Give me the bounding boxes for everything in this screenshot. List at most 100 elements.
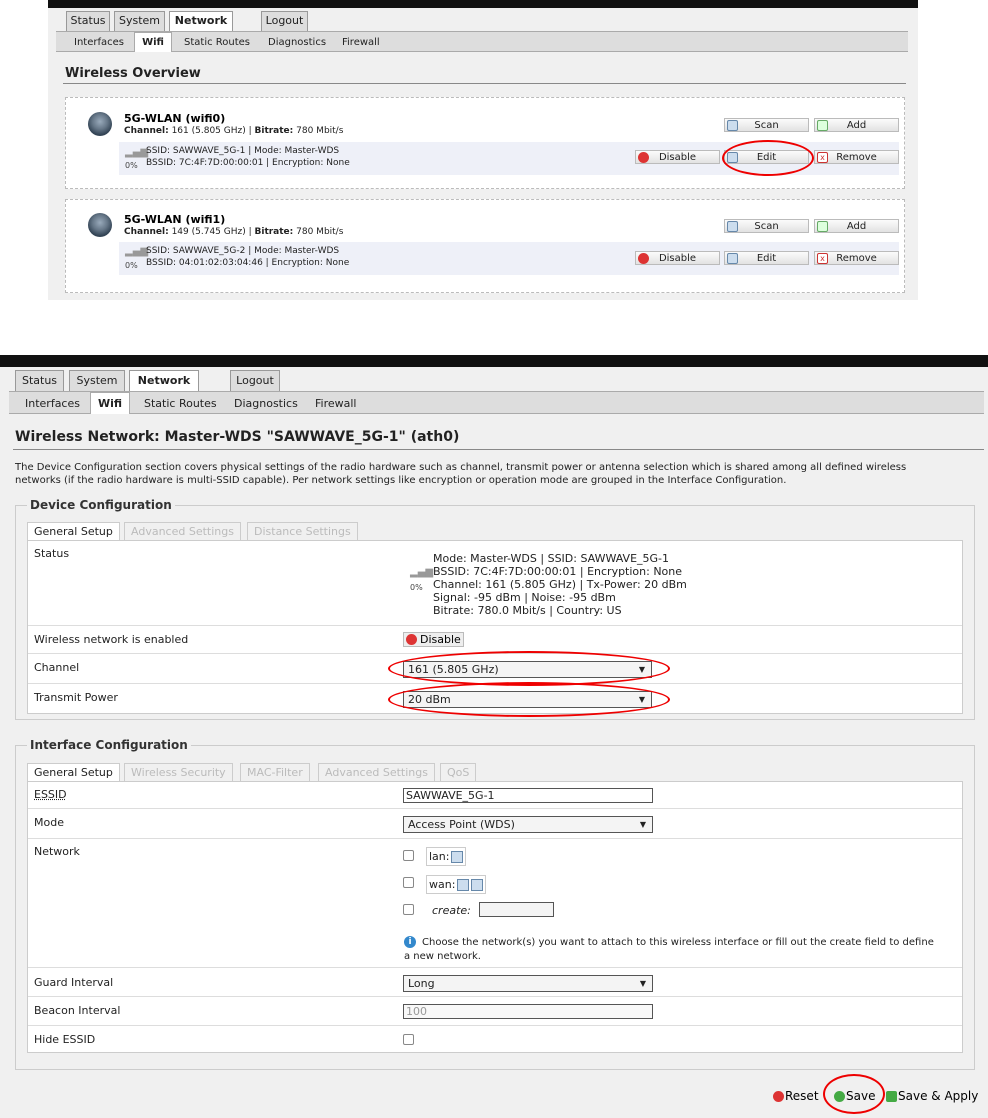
disable-icon [638,253,649,264]
subnav-firewall[interactable]: Firewall [342,37,380,48]
chevron-down-icon: ▼ [639,820,646,829]
beacon-interval-label: Beacon Interval [34,1004,121,1017]
subnav-diagnostics[interactable]: Diagnostics [234,397,298,410]
scan-button[interactable]: Scan [724,118,809,132]
add-button[interactable]: Add [814,219,899,233]
iface-config-legend: Interface Configuration [27,738,191,752]
subnav-static-routes[interactable]: Static Routes [144,397,217,410]
tab-status[interactable]: Status [66,11,110,31]
signal-icon: ▂▄▆ [125,246,149,257]
reset-icon [773,1091,784,1102]
tab-general-setup[interactable]: General Setup [27,763,120,781]
essid-label: ESSID [34,788,67,801]
edit-icon [727,253,738,264]
save-highlight-circle [823,1074,885,1114]
lan-network-badge: lan: [426,847,467,866]
disable-button[interactable]: Disable [403,632,464,647]
mode-label: Mode [34,816,64,829]
remove-button[interactable]: x Remove [814,150,899,164]
hide-essid-checkbox[interactable] [403,1034,414,1045]
signal-percent: 0% [125,261,138,270]
scan-button[interactable]: Scan [724,219,809,233]
signal-percent: 0% [410,583,423,592]
tab-status[interactable]: Status [15,370,64,391]
info-icon: i [404,936,416,948]
lan-network-icon [451,851,464,863]
disable-button[interactable]: Disable [635,150,720,164]
chevron-down-icon: ▼ [639,979,646,988]
tab-network[interactable]: Network [169,11,233,31]
network-label: Network [34,845,80,858]
tab-network[interactable]: Network [129,370,199,391]
disable-button[interactable]: Disable [635,251,720,265]
wan-network-icon [471,879,484,891]
row-divider [28,996,962,997]
save-apply-button[interactable]: Save & Apply [884,1088,978,1105]
network-help-line-1: Choose the network(s) you want to attach… [422,937,934,948]
description-line-2: networks (if the radio hardware is multi… [15,475,787,486]
bssid-line: BSSID: 7C:4F:7D:00:00:01 | Encryption: N… [146,158,350,168]
tab-logout[interactable]: Logout [230,370,280,391]
edit-button[interactable]: Edit [724,251,809,265]
tab-advanced-settings[interactable]: Advanced Settings [318,763,435,781]
subnav-interfaces[interactable]: Interfaces [74,37,124,48]
add-button[interactable]: Add [814,118,899,132]
scan-icon [727,120,738,131]
wan-network-badge: wan: [426,875,487,894]
tab-system[interactable]: System [69,370,125,391]
signal-icon: ▂▄▆ [125,147,149,158]
tab-mac-filter[interactable]: MAC-Filter [240,763,310,781]
subnav-firewall[interactable]: Firewall [315,397,356,410]
radio-title: 5G-WLAN (wifi0) [124,112,226,125]
subnav-diagnostics[interactable]: Diagnostics [268,37,326,48]
transmit-power-label: Transmit Power [34,691,118,704]
hide-essid-label: Hide ESSID [34,1033,96,1046]
guard-interval-label: Guard Interval [34,976,114,989]
signal-icon: ▂▄▆ [410,567,434,578]
page-title: Wireless Overview [65,66,201,81]
essid-input[interactable]: SAWWAVE_5G-1 [403,788,653,803]
row-divider [28,967,962,968]
title-divider [63,83,906,84]
wan-checkbox[interactable] [403,877,414,888]
beacon-interval-input[interactable]: 100 [403,1004,653,1019]
tab-advanced-settings[interactable]: Advanced Settings [124,522,241,540]
guard-interval-select[interactable]: Long ▼ [403,975,653,992]
create-checkbox[interactable] [403,904,414,915]
radio-card: 5G-WLAN (wifi1) Channel: 149 (5.745 GHz)… [65,199,905,293]
edit-highlight-circle [722,140,814,176]
save-apply-icon [886,1091,897,1102]
row-divider [28,808,962,809]
tab-logout[interactable]: Logout [261,11,308,31]
tab-qos[interactable]: QoS [440,763,477,781]
tab-wireless-security[interactable]: Wireless Security [124,763,233,781]
subnav-interfaces[interactable]: Interfaces [25,397,80,410]
lan-checkbox[interactable] [403,850,414,861]
reset-button[interactable]: Reset [771,1088,819,1105]
add-icon [817,120,828,131]
status-details: Mode: Master-WDS | SSID: SAWWAVE_5G-1 BS… [433,552,687,617]
tab-distance-settings[interactable]: Distance Settings [247,522,358,540]
create-network-input[interactable] [479,902,554,917]
tab-system[interactable]: System [114,11,165,31]
subnav-wifi[interactable]: Wifi [134,32,172,52]
tab-general-setup[interactable]: General Setup [27,522,120,540]
network-help-line-2: a new network. [404,951,481,962]
scan-icon [727,221,738,232]
row-divider [28,838,962,839]
mode-select[interactable]: Access Point (WDS) ▼ [403,816,653,833]
disable-icon [406,634,417,645]
disable-icon [638,152,649,163]
iface-config-panel: ESSID SAWWAVE_5G-1 Mode Access Point (WD… [27,781,963,1053]
radio-title: 5G-WLAN (wifi1) [124,213,226,226]
subnav-static-routes[interactable]: Static Routes [184,37,250,48]
radio-channel-bitrate: Channel: 149 (5.745 GHz) | Bitrate: 780 … [124,227,344,237]
create-label: create: [432,904,471,917]
title-divider [13,449,984,450]
signal-percent: 0% [125,161,138,170]
channel-label: Channel [34,661,80,674]
remove-button[interactable]: x Remove [814,251,899,265]
subnav-wifi[interactable]: Wifi [90,392,130,414]
wireless-radio-icon [88,112,112,136]
remove-icon: x [817,253,828,264]
